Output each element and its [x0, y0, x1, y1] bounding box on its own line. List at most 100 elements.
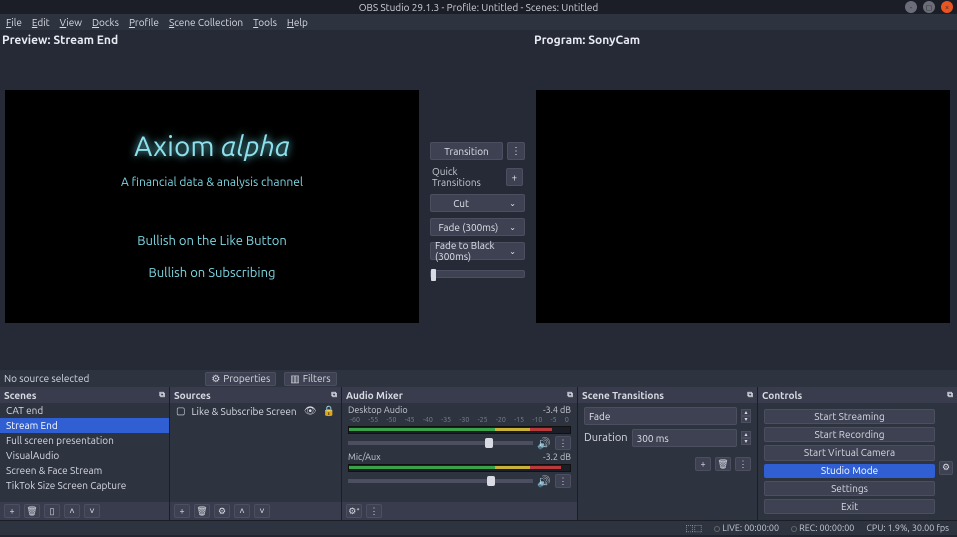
popout-icon[interactable]: ⧉ — [947, 390, 953, 400]
meter-scale: -60-55-50-45-40-35-30-25-20-15-10-50 — [348, 416, 571, 424]
transition-properties-button[interactable]: ⋮ — [735, 457, 751, 471]
start-streaming-button[interactable]: Start Streaming — [764, 409, 935, 424]
volume-slider[interactable] — [348, 441, 533, 445]
quick-transition-fade-black[interactable]: Fade to Black (300ms)⌄ — [430, 242, 525, 260]
menu-profile[interactable]: Profile — [129, 17, 159, 28]
live-indicator-icon — [714, 526, 720, 532]
add-scene-button[interactable]: + — [4, 504, 20, 518]
scene-item[interactable]: Stream End — [0, 418, 169, 433]
preview-label: Preview: Stream End — [2, 34, 118, 47]
quick-transition-cut[interactable]: Cut⌄ — [430, 194, 525, 212]
chevron-down-icon: ⌄ — [505, 199, 520, 208]
exit-button[interactable]: Exit — [764, 499, 935, 514]
window-minimize-button[interactable]: ‐ — [905, 1, 917, 13]
menu-scene-collection[interactable]: Scene Collection — [169, 17, 243, 28]
transitions-header[interactable]: Scene Transitions ⧉ — [578, 387, 757, 403]
scene-item[interactable]: VisualAudio — [0, 448, 169, 463]
program-canvas[interactable] — [536, 90, 950, 323]
transitions-body: Fade ▴▾ Duration 300 ms ▴▾ + 🗑 ⋮ — [578, 403, 757, 520]
popout-icon[interactable]: ⧉ — [159, 390, 165, 400]
sources-header[interactable]: Sources ⧉ — [170, 387, 341, 403]
remove-scene-button[interactable]: 🗑 — [24, 504, 40, 518]
mixer-advanced-button[interactable]: ⚙ᐩ — [346, 504, 362, 518]
popout-icon[interactable]: ⧉ — [567, 390, 573, 400]
studio-mode-button[interactable]: Studio Mode — [764, 464, 935, 479]
dock-status-icon[interactable]: ⬚⬚ — [685, 523, 702, 534]
source-info-bar: No source selected ⚙ Properties ▥ Filter… — [0, 370, 957, 387]
scene-filter-button[interactable]: ▯ — [44, 504, 60, 518]
lock-icon[interactable]: 🔒 — [323, 405, 335, 417]
mixer-menu-button[interactable]: ⋮ — [366, 504, 382, 518]
scene-item[interactable]: TikTok Size Screen Capture — [0, 478, 169, 493]
transition-button[interactable]: Transition — [430, 142, 503, 160]
quick-transitions-label: Quick Transitions — [432, 166, 506, 188]
channel-menu-button[interactable]: ⋮ — [555, 436, 571, 450]
quick-transition-fade[interactable]: Fade (300ms)⌄ — [430, 218, 525, 236]
menu-file[interactable]: File — [6, 17, 22, 28]
transition-menu-button[interactable]: ⋮ — [507, 142, 525, 160]
channel-name: Desktop Audio — [348, 405, 408, 415]
filters-button[interactable]: ▥ Filters — [284, 372, 336, 386]
duration-label: Duration — [584, 432, 628, 444]
scene-item[interactable]: CAT end — [0, 403, 169, 418]
scenes-header[interactable]: Scenes ⧉ — [0, 387, 169, 403]
window-maximize-button[interactable]: ◻ — [923, 1, 935, 13]
menu-help[interactable]: Help — [287, 17, 308, 28]
add-quick-transition-button[interactable]: + — [506, 168, 523, 186]
no-source-label: No source selected — [4, 373, 89, 384]
settings-button[interactable]: Settings — [764, 481, 935, 496]
menu-edit[interactable]: Edit — [32, 17, 50, 28]
cpu-stats: CPU: 1.9%, 30.00 fps — [866, 523, 949, 533]
volume-slider[interactable] — [348, 479, 533, 483]
mixer-header[interactable]: Audio Mixer ⧉ — [342, 387, 577, 403]
scene-item[interactable]: Screen & Face Stream — [0, 463, 169, 478]
duration-spinner[interactable]: ▴▾ — [741, 431, 751, 445]
preview-canvas[interactable]: Axiom αlpha A financial data & analysis … — [5, 90, 419, 323]
menu-view[interactable]: View — [60, 17, 82, 28]
source-down-button[interactable]: ˅ — [254, 504, 270, 518]
popout-icon[interactable]: ⧉ — [747, 390, 753, 400]
controls-dock: Controls ⧉ Start Streaming Start Recordi… — [758, 387, 957, 520]
window-close-button[interactable]: × — [941, 1, 953, 13]
menu-tools[interactable]: Tools — [253, 17, 277, 28]
sources-dock: Sources ⧉ ▢ Like & Subscribe Screen 👁 🔒 … — [170, 387, 342, 520]
source-properties-button[interactable]: ⚙ — [214, 504, 230, 518]
slider-knob[interactable] — [485, 438, 493, 448]
eye-icon[interactable]: 👁 — [304, 405, 317, 417]
tbar-handle[interactable] — [431, 269, 436, 281]
titlebar: OBS Studio 29.1.3 - Profile: Untitled - … — [0, 0, 957, 14]
remove-source-button[interactable]: 🗑 — [194, 504, 210, 518]
popout-icon[interactable]: ⧉ — [331, 390, 337, 400]
transition-spinner[interactable]: ▴▾ — [741, 409, 751, 423]
scene-up-button[interactable]: ˄ — [64, 504, 80, 518]
add-transition-button[interactable]: + — [695, 457, 711, 471]
gear-icon: ⚙ — [211, 373, 220, 385]
controls-body: Start Streaming Start Recording Start Vi… — [758, 403, 957, 520]
chevron-down-icon: ⌄ — [505, 247, 520, 256]
add-source-button[interactable]: + — [174, 504, 190, 518]
transition-select[interactable]: Fade — [584, 407, 737, 425]
source-label: Like & Subscribe Screen — [191, 406, 296, 417]
start-recording-button[interactable]: Start Recording — [764, 427, 935, 442]
controls-header[interactable]: Controls ⧉ — [758, 387, 957, 403]
channel-menu-button[interactable]: ⋮ — [555, 474, 571, 488]
source-item[interactable]: ▢ Like & Subscribe Screen 👁 🔒 — [170, 403, 341, 419]
duration-input[interactable]: 300 ms — [632, 429, 737, 447]
virtual-camera-settings-button[interactable]: ⚙ — [939, 461, 953, 475]
source-up-button[interactable]: ˄ — [234, 504, 250, 518]
menu-docks[interactable]: Docks — [92, 17, 119, 28]
studio-area: Preview: Stream End Program: SonyCam Axi… — [0, 30, 957, 387]
properties-button[interactable]: ⚙ Properties — [205, 372, 276, 386]
speaker-icon[interactable]: 🔊 — [537, 475, 551, 488]
scenes-list: CAT end Stream End Full screen presentat… — [0, 403, 169, 502]
scene-down-button[interactable]: ˅ — [84, 504, 100, 518]
scenes-dock: Scenes ⧉ CAT end Stream End Full screen … — [0, 387, 170, 520]
start-virtual-camera-button[interactable]: Start Virtual Camera — [764, 445, 935, 461]
slider-knob[interactable] — [487, 476, 495, 486]
remove-transition-button[interactable]: 🗑 — [715, 457, 731, 471]
slide-line2: Bullish on Subscribing — [149, 266, 276, 280]
scene-item[interactable]: Full screen presentation — [0, 433, 169, 448]
speaker-icon[interactable]: 🔊 — [537, 437, 551, 450]
transitions-dock: Scene Transitions ⧉ Fade ▴▾ Duration 300… — [578, 387, 758, 520]
tbar-slider[interactable] — [430, 270, 525, 278]
